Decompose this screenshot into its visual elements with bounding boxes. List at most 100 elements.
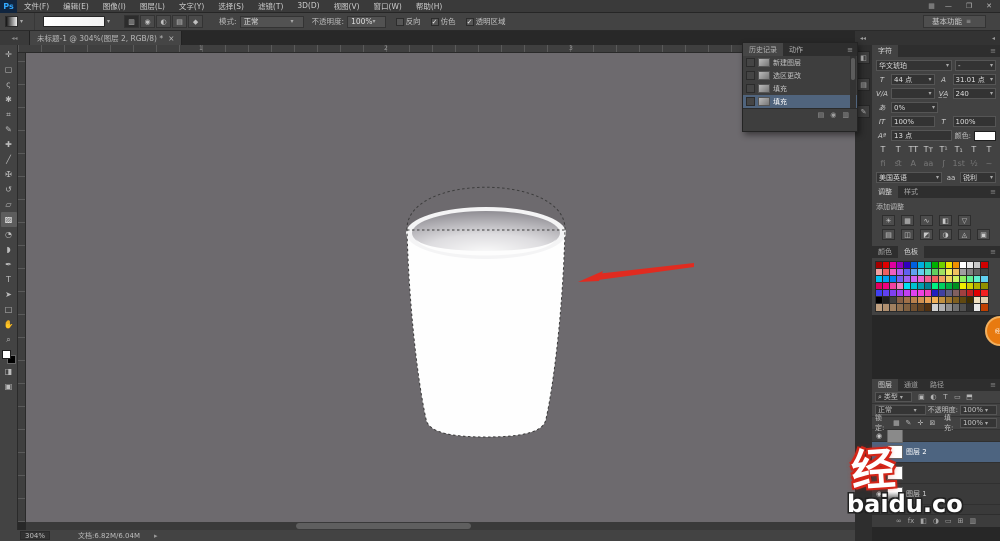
color-swatch-cell[interactable]: [896, 296, 905, 305]
color-swatch-cell[interactable]: [875, 289, 884, 298]
color-swatch-cell[interactable]: [959, 296, 968, 305]
channel-mixer-icon[interactable]: ◬: [958, 229, 971, 240]
lock-position-icon[interactable]: ✛: [915, 419, 926, 427]
color-swatch-cell[interactable]: [896, 261, 905, 270]
layer-row[interactable]: ◉: [872, 430, 1000, 443]
visibility-eye-icon[interactable]: ◉: [874, 432, 884, 440]
color-swatch-cell[interactable]: [889, 303, 898, 312]
color-swatch-cell[interactable]: [959, 275, 968, 284]
color-swatch-cell[interactable]: [966, 289, 975, 298]
history-state-row[interactable]: 填充: [743, 95, 857, 108]
opentype-button[interactable]: A: [907, 158, 919, 169]
color-swatch-cell[interactable]: [917, 282, 926, 291]
panel-menu-icon[interactable]: ≡: [847, 46, 857, 54]
color-swatch-cell[interactable]: [903, 282, 912, 291]
history-scrollbar[interactable]: [850, 56, 856, 108]
marquee-tool[interactable]: ▢: [1, 62, 17, 77]
color-swatch-cell[interactable]: [896, 268, 905, 277]
color-swatch-cell[interactable]: [938, 275, 947, 284]
linear-gradient-button[interactable]: ▥: [124, 15, 140, 28]
color-swatch-cell[interactable]: [910, 261, 919, 270]
color-swatch-cell[interactable]: [903, 303, 912, 312]
color-swatch-cell[interactable]: [931, 268, 940, 277]
tab-动作[interactable]: 动作: [783, 43, 809, 56]
color-swatch-cell[interactable]: [959, 289, 968, 298]
color-swatch-cell[interactable]: [931, 289, 940, 298]
color-swatch-cell[interactable]: [931, 303, 940, 312]
text-style-button[interactable]: T: [877, 144, 889, 155]
kerning-field[interactable]: ▾: [891, 88, 935, 99]
filter-pixel-icon[interactable]: ▣: [916, 393, 927, 401]
text-style-button[interactable]: T¹: [938, 144, 950, 155]
color-swatch-cell[interactable]: [945, 289, 954, 298]
layer-row[interactable]: ◉ 图层 1: [872, 484, 1000, 505]
leading-field[interactable]: 31.01 点 ▾: [952, 74, 996, 85]
menu-item[interactable]: 窗口(W): [367, 1, 409, 12]
color-swatch-cell[interactable]: [959, 261, 968, 270]
tab-样式[interactable]: 样式: [898, 186, 924, 198]
color-swatch-cell[interactable]: [980, 268, 989, 277]
layer-row[interactable]: ◉ 图层 2: [872, 442, 1000, 463]
color-swatch-cell[interactable]: [882, 303, 891, 312]
color-swatch-cell[interactable]: [952, 282, 961, 291]
history-source-well[interactable]: [746, 84, 755, 93]
layer-style-icon[interactable]: fx: [908, 517, 915, 525]
dock-collapse-icon[interactable]: ◂◂: [860, 35, 866, 42]
status-arrow-icon[interactable]: ▸: [154, 532, 158, 540]
brush-tool[interactable]: ╱: [1, 152, 17, 167]
font-style-select[interactable]: - ▾: [955, 60, 996, 71]
vibrance-icon[interactable]: ▽: [958, 215, 971, 226]
color-swatch-cell[interactable]: [903, 296, 912, 305]
color-swatch-cell[interactable]: [945, 303, 954, 312]
color-swatch-cell[interactable]: [910, 296, 919, 305]
mode-select[interactable]: 正常 ▾: [239, 15, 304, 28]
color-swatch-cell[interactable]: [938, 261, 947, 270]
lock-all-icon[interactable]: ⊠: [927, 419, 938, 427]
color-swatch-cell[interactable]: [931, 282, 940, 291]
layer-opacity-field[interactable]: 100% ▾: [959, 405, 997, 415]
color-swatch-cell[interactable]: [910, 303, 919, 312]
delete-state-icon[interactable]: ▥: [842, 111, 849, 119]
canvas[interactable]: [26, 53, 855, 522]
baseline-shift-field[interactable]: 13 点: [891, 130, 952, 141]
color-swatch-cell[interactable]: [917, 261, 926, 270]
group-layers-icon[interactable]: ▭: [945, 517, 952, 525]
color-swatch-cell[interactable]: [910, 275, 919, 284]
option-checkbox[interactable]: 反向: [395, 16, 421, 27]
screen-mode-icon[interactable]: ▦: [928, 2, 935, 10]
menu-item[interactable]: 文件(F): [17, 1, 56, 12]
history-state-row[interactable]: 新建图层: [743, 56, 857, 69]
opentype-button[interactable]: aa: [922, 158, 934, 169]
color-swatch-cell[interactable]: [924, 296, 933, 305]
color-swatch-cell[interactable]: [973, 303, 982, 312]
color-swatch-cell[interactable]: [924, 303, 933, 312]
color-swatch-cell[interactable]: [875, 296, 884, 305]
history-source-well[interactable]: [746, 71, 755, 80]
text-style-button[interactable]: T: [983, 144, 995, 155]
tab-close-icon[interactable]: ×: [168, 34, 174, 43]
quick-mask-icon[interactable]: ◨: [1, 364, 17, 379]
menu-item[interactable]: 帮助(H): [409, 1, 450, 12]
color-swatch-cell[interactable]: [973, 268, 982, 277]
tool-preset-picker[interactable]: ▾: [0, 13, 36, 30]
color-swatch-cell[interactable]: [882, 282, 891, 291]
color-swatch-cell[interactable]: [945, 268, 954, 277]
black-white-icon[interactable]: ◩: [920, 229, 933, 240]
horizontal-scale-field[interactable]: 100%: [952, 116, 996, 127]
dock-collapse-icon[interactable]: ◂: [992, 35, 995, 42]
link-layers-icon[interactable]: ∞: [896, 517, 902, 525]
workspace-switcher[interactable]: 基本功能 ≡: [922, 15, 986, 28]
color-swatch-cell[interactable]: [945, 275, 954, 284]
zoom-tool[interactable]: ⌕: [1, 332, 17, 347]
color-swatch-cell[interactable]: [889, 289, 898, 298]
color-swatch-cell[interactable]: [952, 261, 961, 270]
screen-mode-icon[interactable]: ▣: [1, 379, 17, 394]
tab-路径[interactable]: 路径: [924, 379, 950, 391]
layer-thumbnail[interactable]: [887, 445, 903, 459]
color-swatch-cell[interactable]: [952, 268, 961, 277]
crop-tool[interactable]: ⌗: [1, 107, 17, 122]
color-swatch-cell[interactable]: [966, 282, 975, 291]
color-swatch-cell[interactable]: [966, 296, 975, 305]
color-swatch-cell[interactable]: [889, 261, 898, 270]
layer-thumbnail[interactable]: [887, 430, 903, 443]
